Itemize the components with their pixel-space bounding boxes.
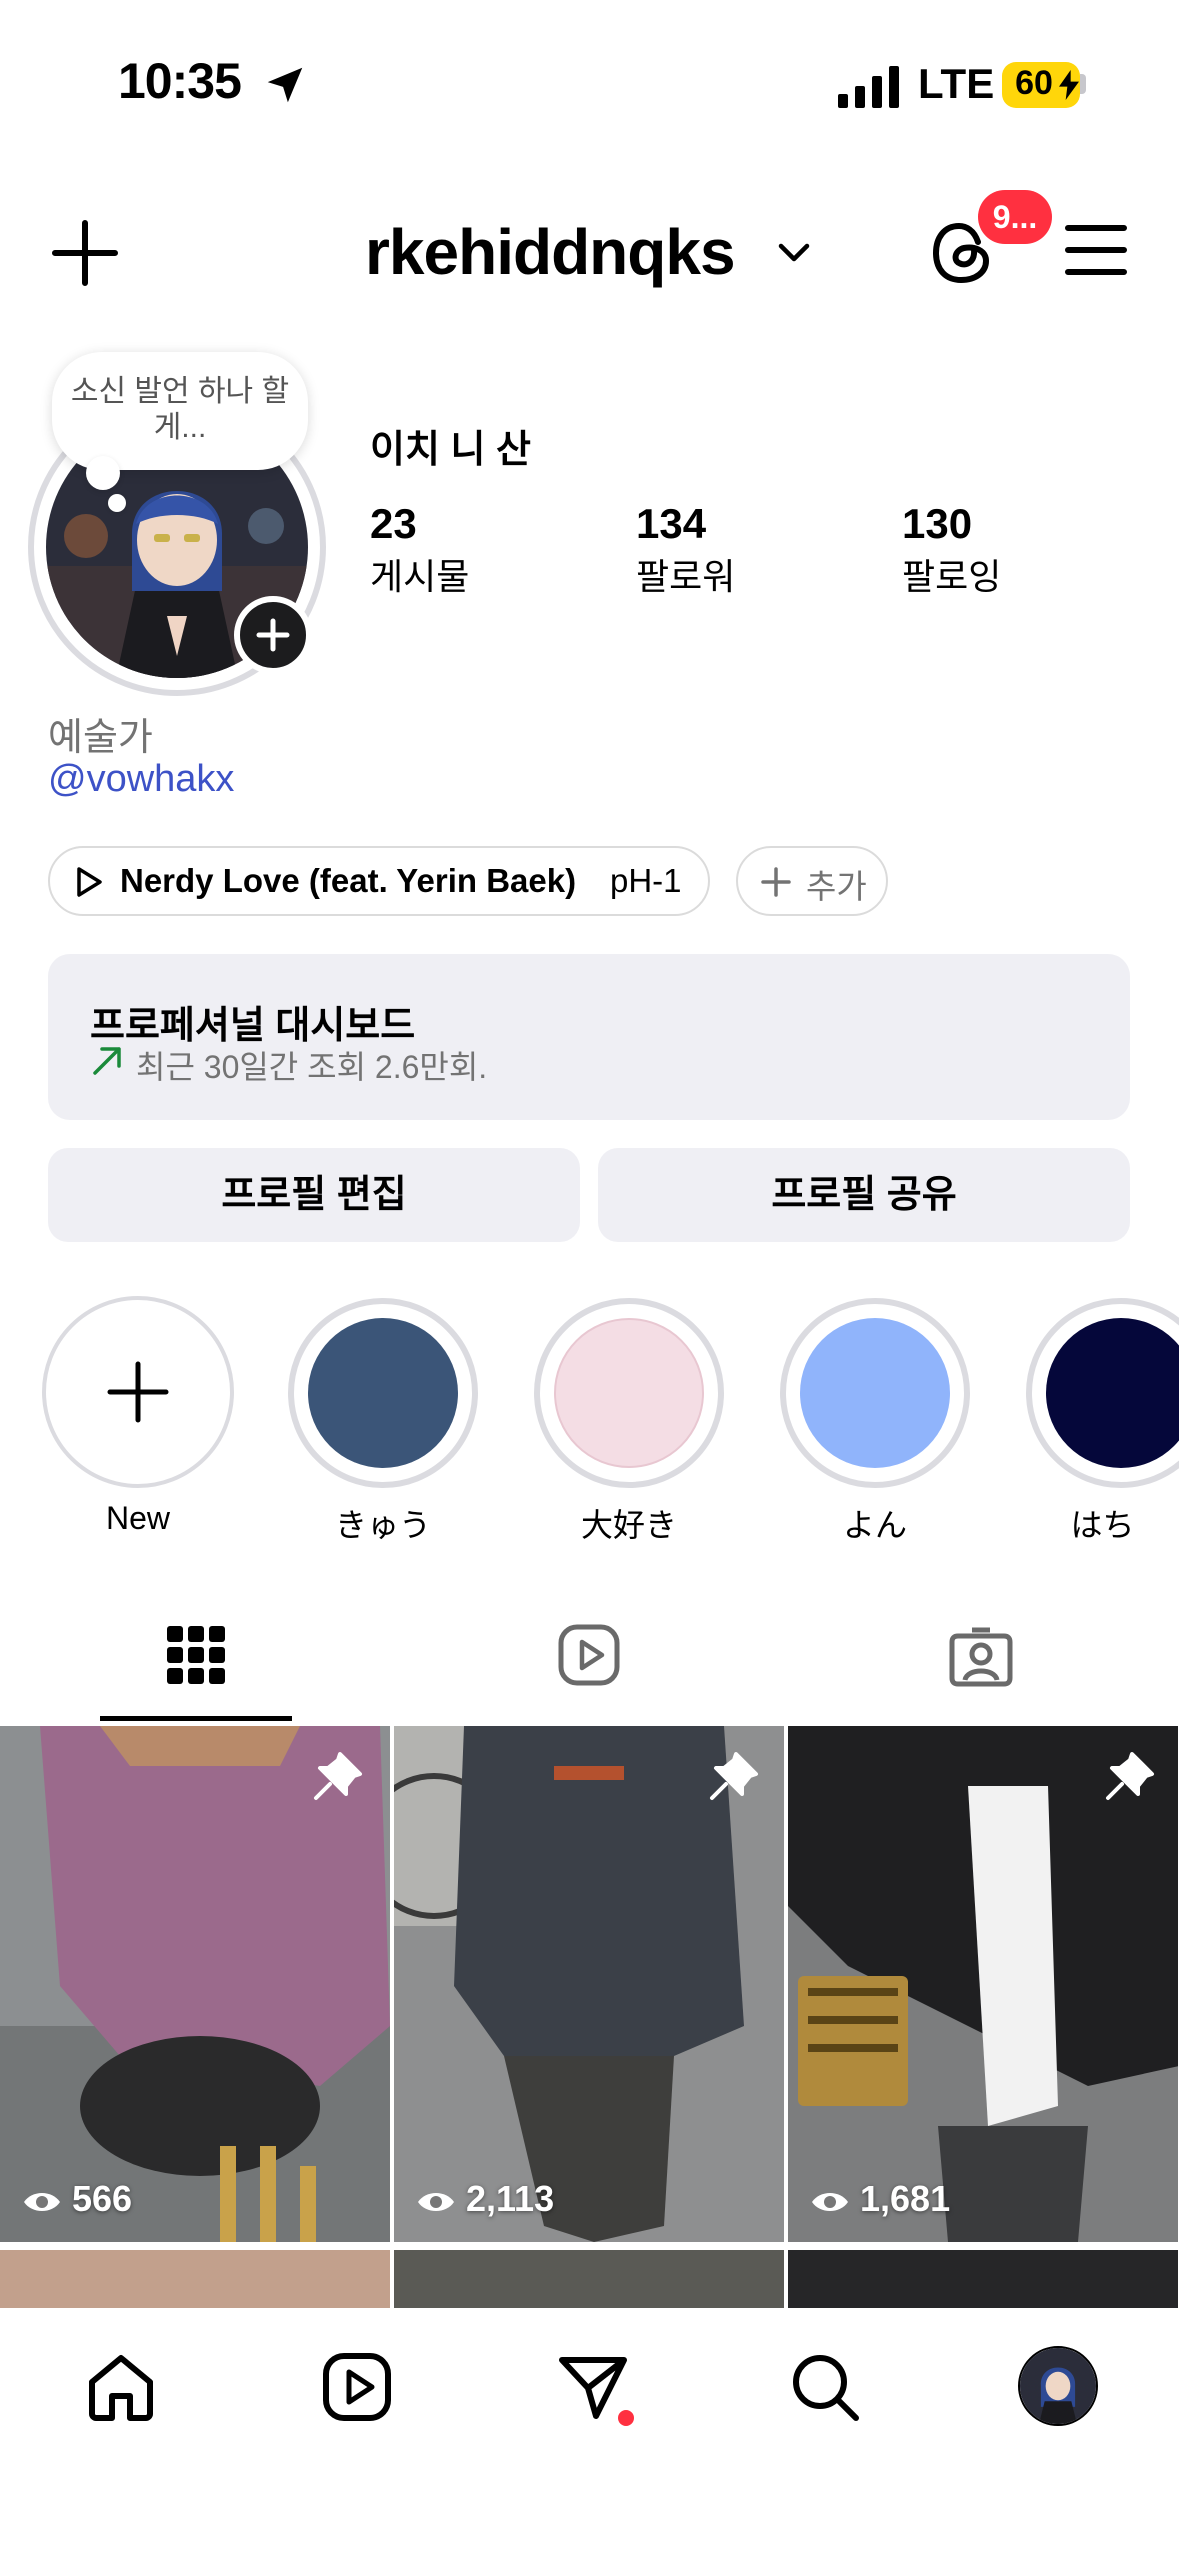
post-thumbnail[interactable] [788, 2250, 1178, 2310]
charging-bolt-icon [1059, 70, 1079, 100]
highlight-cover [308, 1318, 458, 1468]
display-name: 이치 니 산 [370, 429, 531, 471]
highlight-label: よん [842, 1507, 907, 1543]
posts-label: 게시물 [370, 556, 470, 597]
following-label: 팔로잉 [902, 556, 1002, 597]
home-icon[interactable] [84, 2350, 158, 2424]
dashboard-title: 프로페셔널 대시보드 [90, 1005, 416, 1047]
followers-count: 134 [636, 500, 707, 547]
note-bubble-tail-small [108, 494, 126, 512]
chevron-down-icon[interactable] [776, 238, 812, 268]
profile-tab-avatar[interactable] [1018, 2346, 1098, 2426]
battery-cap [1080, 74, 1086, 94]
profile-note-bubble[interactable]: 소신 발언 하나 할게... [52, 352, 308, 470]
trend-up-arrow-icon [93, 1047, 121, 1075]
stat-following[interactable]: 130 팔로잉 [902, 500, 1001, 600]
profile-category: 예술가 [48, 717, 153, 759]
add-story-button[interactable] [234, 596, 312, 674]
highlight-cover [554, 1318, 704, 1468]
highlight-label: 大好き [580, 1507, 677, 1543]
edit-profile-button[interactable]: 프로필 편집 [48, 1148, 580, 1242]
highlight-label: はち [1070, 1507, 1135, 1543]
highlight-cover [800, 1318, 950, 1468]
dashboard-subtitle: 최근 30일간 조회 2.6만회. [136, 1049, 488, 1085]
views-eye-icon [24, 2193, 60, 2211]
note-bubble-tail [86, 456, 120, 490]
bottom-navigation [0, 2308, 1179, 2556]
highlight-label-new: New [105, 1500, 170, 1536]
posts-count: 23 [370, 500, 417, 547]
profile-note-text: 소신 발언 하나 할게... [70, 375, 290, 444]
reels-icon[interactable] [320, 2350, 394, 2424]
cellular-signal-icon [838, 66, 899, 108]
unread-dot [618, 2410, 634, 2426]
post-thumbnail[interactable] [394, 2250, 784, 2310]
profile-username[interactable]: rkehiddnqks [365, 215, 736, 289]
plus-icon [107, 1361, 169, 1423]
followers-label: 팔로워 [636, 556, 736, 597]
post-thumbnail[interactable] [0, 2250, 390, 2310]
battery-level: 60 [1015, 64, 1053, 102]
network-type: LTE [918, 60, 995, 107]
active-tab-indicator [100, 1716, 292, 1721]
music-title: Nerdy Love (feat. Yerin Baek) [120, 862, 577, 899]
views-eye-icon [812, 2193, 848, 2211]
plus-icon [761, 867, 791, 897]
highlight-label: きゅう [334, 1507, 431, 1543]
tagged-tab-icon[interactable] [948, 1622, 1014, 1688]
following-count: 130 [902, 500, 973, 547]
view-count: 1,681 [860, 2178, 951, 2219]
location-arrow-icon [267, 67, 303, 103]
stat-followers[interactable]: 134 팔로워 [636, 500, 735, 600]
stat-posts[interactable]: 23 게시물 [370, 500, 469, 600]
status-time: 10:35 [118, 53, 242, 109]
pin-icon [314, 1752, 362, 1800]
pin-icon [710, 1752, 758, 1800]
grid-tab-icon[interactable] [163, 1622, 229, 1688]
create-plus-icon[interactable] [50, 218, 120, 288]
highlight-hachi[interactable] [1020, 1298, 1179, 1488]
share-profile-button[interactable]: 프로필 공유 [598, 1148, 1130, 1242]
play-icon [77, 867, 102, 897]
pin-icon [1106, 1752, 1154, 1800]
views-eye-icon [418, 2193, 454, 2211]
music-artist: pH-1 [610, 862, 682, 899]
search-icon[interactable] [788, 2350, 862, 2424]
reels-tab-icon[interactable] [556, 1622, 622, 1688]
hamburger-menu-icon[interactable] [1064, 222, 1128, 278]
add-link-label: 추가 [806, 868, 867, 905]
notification-badge[interactable]: 9... [978, 190, 1052, 244]
view-count: 566 [72, 2178, 133, 2219]
linked-handle[interactable]: @vowhakx [48, 758, 234, 801]
view-count: 2,113 [466, 2178, 555, 2219]
